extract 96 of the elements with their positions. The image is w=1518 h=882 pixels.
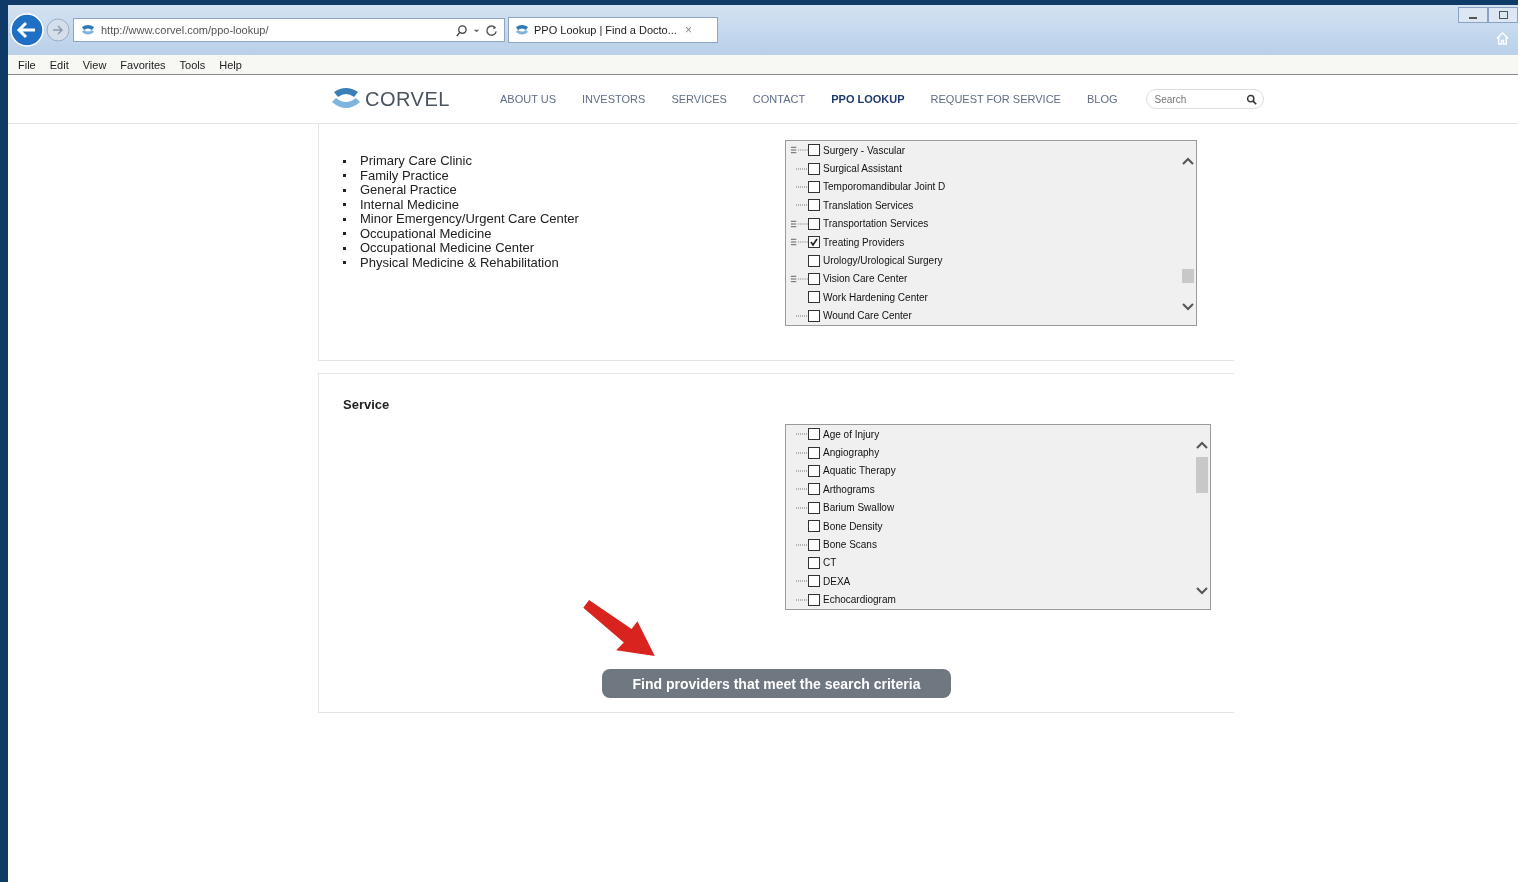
nav-link[interactable]: ABOUT US bbox=[500, 93, 557, 105]
section-title: Service bbox=[343, 397, 391, 412]
tree-item-label[interactable]: Urology/Urological Surgery bbox=[823, 255, 943, 267]
minimize-button[interactable] bbox=[1458, 7, 1488, 23]
checkbox[interactable] bbox=[808, 180, 820, 193]
scrollbar-thumb[interactable] bbox=[1182, 269, 1194, 283]
tree-item-label[interactable]: Surgery - Vascular bbox=[823, 144, 906, 156]
search-icon[interactable] bbox=[455, 23, 468, 37]
tree-item-label[interactable]: Angiography bbox=[823, 447, 880, 459]
list-item: General Practice bbox=[360, 183, 457, 198]
chevron-down-icon[interactable] bbox=[1196, 587, 1208, 595]
checkbox[interactable] bbox=[808, 575, 820, 588]
nav-link[interactable]: REQUEST FOR SERVICE bbox=[930, 93, 1061, 105]
tree-item-label[interactable]: Echocardiogram bbox=[823, 594, 896, 606]
menu-item[interactable]: Edit bbox=[49, 58, 69, 71]
collapse-icon[interactable] bbox=[790, 273, 808, 284]
bullet-icon bbox=[343, 188, 346, 192]
nav-link[interactable]: INVESTORS bbox=[582, 93, 646, 105]
checkbox[interactable] bbox=[808, 236, 820, 249]
scrollbar-thumb[interactable] bbox=[1196, 457, 1208, 493]
checkbox[interactable] bbox=[808, 162, 820, 175]
checkbox[interactable] bbox=[808, 291, 820, 304]
site-icon bbox=[514, 23, 530, 37]
collapse-icon[interactable] bbox=[790, 237, 808, 248]
close-tab-button[interactable]: × bbox=[684, 23, 692, 37]
checkbox[interactable] bbox=[808, 593, 820, 606]
list-item: Minor Emergency/Urgent Care Center bbox=[360, 212, 579, 227]
site-icon bbox=[80, 23, 96, 37]
checkbox[interactable] bbox=[808, 446, 820, 459]
tab-title: PPO Lookup | Find a Docto... bbox=[534, 24, 677, 36]
nav-link[interactable]: SERVICES bbox=[671, 93, 727, 105]
tree-item-label[interactable]: DEXA bbox=[823, 575, 851, 587]
checkbox[interactable] bbox=[808, 483, 820, 496]
bullet-icon bbox=[343, 261, 346, 265]
tree-item-label[interactable]: Vision Care Center bbox=[823, 273, 908, 285]
menu-item[interactable]: Favorites bbox=[120, 58, 166, 71]
tree-item-label[interactable]: Treating Providers bbox=[823, 236, 905, 248]
back-icon[interactable] bbox=[10, 13, 44, 47]
tree-item-label[interactable]: Temporomandibular Joint D bbox=[823, 181, 946, 193]
submit-button[interactable]: Find providers that meet the search criteria bbox=[602, 669, 951, 699]
url-text: http://www.corvel.com/ppo-lookup/ bbox=[101, 24, 270, 36]
bullet-icon bbox=[343, 203, 346, 207]
bullet-icon bbox=[343, 246, 346, 250]
tree-item-label[interactable]: Barium Swallow bbox=[823, 502, 895, 514]
tree-item-label[interactable]: Surgical Assistant bbox=[823, 163, 902, 175]
tree-item-label[interactable]: Bone Scans bbox=[823, 539, 877, 551]
nav-link[interactable]: BLOG bbox=[1086, 93, 1118, 105]
menu-item[interactable]: Help bbox=[219, 58, 242, 71]
chevron-up-icon[interactable] bbox=[1182, 157, 1194, 165]
checkbox[interactable] bbox=[808, 520, 820, 533]
checkbox[interactable] bbox=[808, 538, 820, 551]
restore-button[interactable] bbox=[1488, 7, 1518, 23]
menu-item[interactable]: View bbox=[82, 58, 107, 71]
list-item: Internal Medicine bbox=[360, 197, 459, 212]
checkbox[interactable] bbox=[808, 556, 820, 569]
bullet-icon bbox=[343, 159, 346, 163]
nav-link[interactable]: CONTACT bbox=[752, 93, 806, 105]
tree-item-label[interactable]: Arthograms bbox=[823, 483, 875, 495]
tree-item-label[interactable]: Transportation Services bbox=[823, 218, 929, 230]
refresh-icon[interactable] bbox=[485, 23, 498, 37]
list-item: Occupational Medicine Center bbox=[360, 241, 535, 256]
checkbox[interactable] bbox=[808, 144, 820, 157]
tree-item-label[interactable]: Work Hardening Center bbox=[823, 291, 928, 303]
checkbox[interactable] bbox=[808, 309, 820, 322]
list-item: Family Practice bbox=[360, 168, 449, 183]
checkbox[interactable] bbox=[808, 254, 820, 267]
checkbox[interactable] bbox=[808, 464, 820, 477]
search-icon[interactable] bbox=[1245, 94, 1257, 105]
checkbox[interactable] bbox=[808, 217, 820, 230]
search-field[interactable]: Search bbox=[1145, 89, 1264, 109]
nav-link[interactable]: PPO LOOKUP bbox=[831, 93, 905, 105]
list-item: Occupational Medicine bbox=[360, 226, 492, 241]
logo-text: CORVEL bbox=[365, 87, 450, 111]
list-item: Physical Medicine & Rehabilitation bbox=[360, 255, 559, 270]
tree-item-label[interactable]: Age of Injury bbox=[823, 428, 880, 440]
checkbox[interactable] bbox=[808, 272, 820, 285]
address-bar[interactable]: http://www.corvel.com/ppo-lookup/ bbox=[73, 18, 505, 42]
collapse-icon[interactable] bbox=[790, 218, 808, 229]
collapse-icon[interactable] bbox=[790, 145, 808, 156]
menu-item[interactable]: Tools bbox=[179, 58, 206, 71]
bullet-icon bbox=[343, 174, 346, 178]
bullet-icon bbox=[343, 232, 346, 236]
tree-item-label[interactable]: Wound Care Center bbox=[823, 310, 912, 322]
bullet-icon bbox=[343, 217, 346, 221]
tree-item-label[interactable]: CT bbox=[823, 557, 837, 569]
checkbox[interactable] bbox=[808, 199, 820, 212]
checkbox[interactable] bbox=[808, 501, 820, 514]
menu-item[interactable]: File bbox=[18, 58, 36, 71]
list-item: Primary Care Clinic bbox=[360, 154, 472, 169]
tree-item-label[interactable]: Translation Services bbox=[823, 199, 914, 211]
tree-item-label[interactable]: Aquatic Therapy bbox=[823, 465, 896, 477]
browser-tab[interactable]: PPO Lookup | Find a Docto... × bbox=[508, 17, 718, 43]
checkbox[interactable] bbox=[808, 428, 820, 441]
chevron-down-icon[interactable] bbox=[1182, 303, 1194, 311]
tree-item-label[interactable]: Bone Density bbox=[823, 520, 883, 532]
chevron-up-icon[interactable] bbox=[1196, 441, 1208, 449]
